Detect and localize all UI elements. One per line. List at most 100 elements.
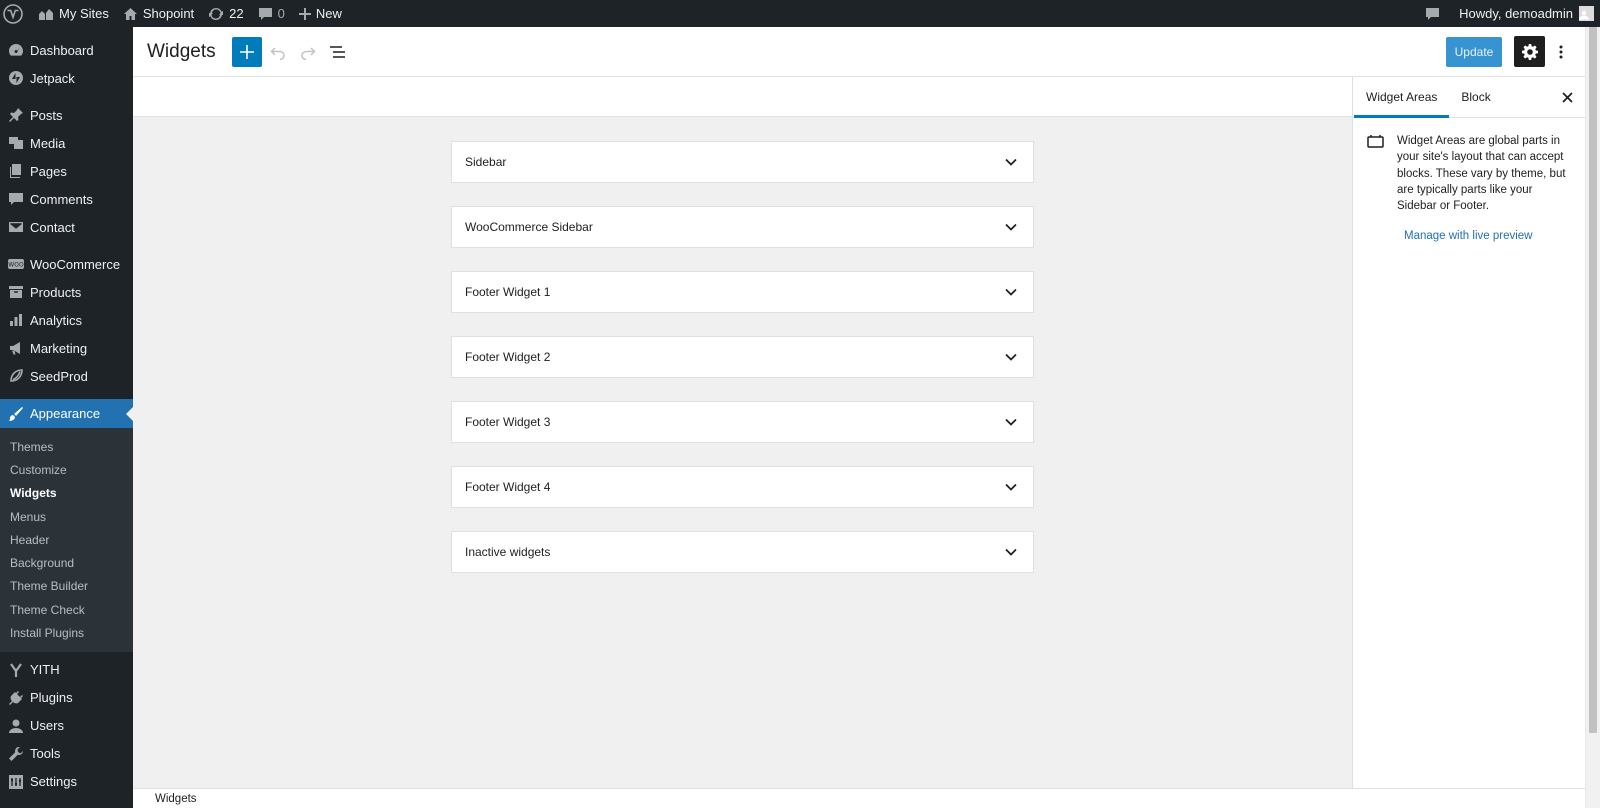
menu-item-plugins[interactable]: Plugins xyxy=(0,684,133,712)
close-icon xyxy=(1561,91,1573,103)
editor-header: Widgets Update xyxy=(133,27,1585,77)
gear-icon xyxy=(1521,43,1538,60)
plus-icon xyxy=(239,44,254,59)
block-toolbar-area xyxy=(133,77,1352,117)
submenu-item-customize[interactable]: Customize xyxy=(0,458,133,481)
submenu-item-theme-builder[interactable]: Theme Builder xyxy=(0,575,133,598)
submenu-item-background[interactable]: Background xyxy=(0,551,133,574)
undo-button[interactable] xyxy=(263,37,293,67)
menu-item-yith[interactable]: YITH xyxy=(0,656,133,684)
updates-icon xyxy=(209,7,224,20)
chevron-down-icon[interactable] xyxy=(1005,223,1017,231)
chevron-down-icon[interactable] xyxy=(1005,483,1017,491)
update-button[interactable]: Update xyxy=(1446,36,1502,67)
svg-text:WOO: WOO xyxy=(8,262,24,269)
submenu-item-menus[interactable]: Menus xyxy=(0,505,133,528)
submenu-item-widgets[interactable]: Widgets xyxy=(0,482,133,505)
menu-label-analytics: Analytics xyxy=(30,312,83,328)
updates-menu[interactable]: 22 xyxy=(201,0,250,27)
menu-item-settings[interactable]: Settings xyxy=(0,768,133,796)
menu-item-products[interactable]: Products xyxy=(0,278,133,306)
comments-menu[interactable]: 0 xyxy=(251,0,292,27)
list-view-button[interactable] xyxy=(323,37,353,67)
add-block-button[interactable] xyxy=(231,36,262,67)
site-name-label: Shopoint xyxy=(142,6,195,21)
chevron-down-icon[interactable] xyxy=(1005,158,1017,166)
notifications-button[interactable] xyxy=(1418,0,1452,27)
menu-label-media: Media xyxy=(30,135,66,151)
submenu-item-header[interactable]: Header xyxy=(0,528,133,551)
menu-item-contact[interactable]: Contact xyxy=(0,213,133,241)
close-sidebar-button[interactable] xyxy=(1559,89,1575,105)
widget-areas-description: Widget Areas are global parts in your si… xyxy=(1397,135,1566,213)
submenu-item-install-plugins[interactable]: Install Plugins xyxy=(0,621,133,644)
widget-area-footer-3[interactable]: Footer Widget 3 xyxy=(451,401,1034,443)
breadcrumb-item[interactable]: Widgets xyxy=(155,793,197,805)
widget-area-footer-1[interactable]: Footer Widget 1 xyxy=(451,271,1034,313)
menu-label-pages: Pages xyxy=(30,163,67,179)
menu-item-media[interactable]: Media xyxy=(0,129,133,157)
manage-live-preview-link[interactable]: Manage with live preview xyxy=(1404,230,1585,242)
my-account-menu[interactable]: Howdy, demoadmin xyxy=(1452,0,1600,27)
notification-icon xyxy=(1426,7,1440,20)
menu-item-pages[interactable]: Pages xyxy=(0,157,133,185)
seedprod-leaf-icon xyxy=(8,368,24,384)
howdy-label: Howdy, demoadmin xyxy=(1459,6,1573,21)
comments-count: 0 xyxy=(277,6,285,21)
submenu-item-themes[interactable]: Themes xyxy=(0,435,133,458)
sidebar-tabs: Widget Areas Block xyxy=(1353,77,1585,118)
woocommerce-icon: WOO xyxy=(8,256,24,272)
widget-area-list: Sidebar WooCommerce Sidebar Footer Widge… xyxy=(451,141,1034,596)
settings-button[interactable] xyxy=(1514,36,1545,67)
widget-area-title: WooCommerce Sidebar xyxy=(465,220,593,234)
my-sites-label: My Sites xyxy=(59,6,109,21)
updates-count: 22 xyxy=(229,6,244,21)
sites-icon xyxy=(39,8,53,20)
tab-widget-areas[interactable]: Widget Areas xyxy=(1354,77,1450,118)
menu-item-woocommerce[interactable]: WOO WooCommerce xyxy=(0,250,133,278)
widget-area-sidebar[interactable]: Sidebar xyxy=(451,141,1034,183)
widget-area-footer-4[interactable]: Footer Widget 4 xyxy=(451,466,1034,508)
user-icon xyxy=(8,718,24,734)
submenu-item-theme-check[interactable]: Theme Check xyxy=(0,598,133,621)
menu-item-marketing[interactable]: Marketing xyxy=(0,334,133,362)
menu-item-seedprod[interactable]: SeedProd xyxy=(0,362,133,390)
site-name-menu[interactable]: Shopoint xyxy=(116,0,201,27)
menu-item-posts[interactable]: Posts xyxy=(0,101,133,129)
wordpress-logo-icon[interactable] xyxy=(1,0,30,27)
chevron-down-icon[interactable] xyxy=(1005,418,1017,426)
redo-button[interactable] xyxy=(293,37,323,67)
menu-item-jetpack[interactable]: Jetpack xyxy=(0,64,133,92)
scrollbar-thumb[interactable] xyxy=(1589,27,1597,733)
page-title: Widgets xyxy=(147,40,216,62)
more-options-button[interactable] xyxy=(1551,37,1571,67)
chevron-down-icon[interactable] xyxy=(1005,353,1017,361)
admin-bar: My Sites Shopoint 22 0 New Howdy, demoad… xyxy=(0,0,1600,27)
menu-label-comments: Comments xyxy=(30,191,93,207)
menu-label-appearance: Appearance xyxy=(30,406,101,421)
menu-label-marketing: Marketing xyxy=(30,340,88,356)
menu-item-analytics[interactable]: Analytics xyxy=(0,306,133,334)
menu-item-dashboard[interactable]: Dashboard xyxy=(0,36,133,64)
menu-item-appearance[interactable]: Appearance xyxy=(0,399,133,428)
widget-area-footer-2[interactable]: Footer Widget 2 xyxy=(451,336,1034,378)
page-scrollbar[interactable] xyxy=(1585,27,1600,808)
my-sites-menu[interactable]: My Sites xyxy=(30,0,116,27)
tab-block[interactable]: Block xyxy=(1449,77,1502,117)
menu-item-tools[interactable]: Tools xyxy=(0,740,133,768)
menu-label-tools: Tools xyxy=(30,746,61,762)
chevron-down-icon[interactable] xyxy=(1005,288,1017,296)
menu-item-users[interactable]: Users xyxy=(0,712,133,740)
block-default-icon xyxy=(1367,133,1385,214)
new-content-menu[interactable]: New xyxy=(292,0,349,27)
jetpack-icon xyxy=(8,70,24,86)
menu-label-contact: Contact xyxy=(30,219,75,235)
widget-area-inactive[interactable]: Inactive widgets xyxy=(451,531,1034,573)
yith-icon xyxy=(8,662,24,678)
menu-item-comments[interactable]: Comments xyxy=(0,185,133,213)
menu-label-posts: Posts xyxy=(30,107,63,123)
widget-area-woocommerce-sidebar[interactable]: WooCommerce Sidebar xyxy=(451,206,1034,248)
appearance-submenu: Themes Customize Widgets Menus Header Ba… xyxy=(0,428,133,652)
chevron-down-icon[interactable] xyxy=(1005,548,1017,556)
redo-icon xyxy=(300,46,316,60)
